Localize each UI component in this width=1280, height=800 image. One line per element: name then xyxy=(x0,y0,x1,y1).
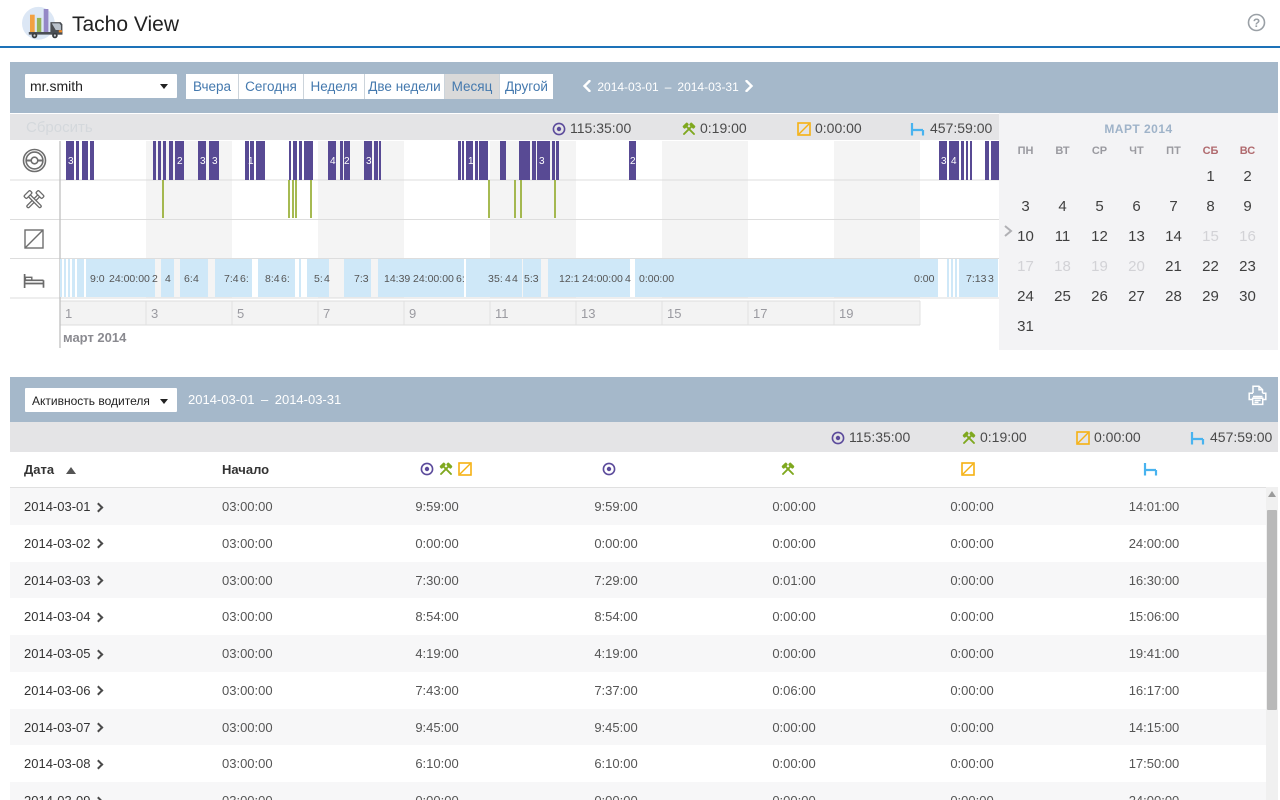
svg-text:3: 3 xyxy=(988,273,994,285)
svg-text:3: 3 xyxy=(366,156,372,167)
svg-text:11: 11 xyxy=(495,306,509,321)
svg-text:7: 7 xyxy=(323,306,330,321)
svg-text:13: 13 xyxy=(581,306,595,321)
svg-text:19: 19 xyxy=(839,306,853,321)
svg-text:24:00:00: 24:00:00 xyxy=(109,273,150,285)
svg-text:1: 1 xyxy=(65,306,72,321)
svg-text:6:: 6: xyxy=(456,273,465,285)
svg-text:6:: 6: xyxy=(240,273,249,285)
svg-text:3: 3 xyxy=(941,156,947,167)
svg-text:4: 4 xyxy=(512,273,518,285)
svg-text:5:: 5: xyxy=(494,273,503,285)
svg-text:9:0: 9:0 xyxy=(90,273,105,285)
svg-text:1: 1 xyxy=(468,156,474,167)
svg-text:7:3: 7:3 xyxy=(354,273,369,285)
svg-text:4: 4 xyxy=(193,273,199,285)
svg-text:12:1: 12:1 xyxy=(559,273,580,285)
svg-text:1: 1 xyxy=(248,156,254,167)
svg-text:6:: 6: xyxy=(281,273,290,285)
svg-text:0:00: 0:00 xyxy=(914,273,935,285)
svg-text:4: 4 xyxy=(951,156,957,167)
svg-text:8:4: 8:4 xyxy=(265,273,280,285)
svg-text:5:3: 5:3 xyxy=(524,273,539,285)
svg-text:4: 4 xyxy=(324,273,330,285)
svg-text:3: 3 xyxy=(200,156,206,167)
svg-text:9: 9 xyxy=(409,306,416,321)
svg-text:2: 2 xyxy=(344,156,350,167)
svg-text:14:39: 14:39 xyxy=(384,273,410,285)
svg-text:5:: 5: xyxy=(314,273,323,285)
svg-text:4: 4 xyxy=(165,273,171,285)
svg-text:4: 4 xyxy=(330,156,336,167)
svg-text:2: 2 xyxy=(177,156,183,167)
svg-text:6:: 6: xyxy=(184,273,193,285)
svg-text:24:00:00: 24:00:00 xyxy=(413,273,454,285)
svg-text:4: 4 xyxy=(625,273,631,285)
svg-text:2: 2 xyxy=(630,156,636,167)
svg-text:3: 3 xyxy=(151,306,158,321)
svg-text:?: ? xyxy=(1253,16,1260,30)
svg-text:4: 4 xyxy=(505,273,511,285)
svg-text:17: 17 xyxy=(753,306,767,321)
svg-text:5: 5 xyxy=(237,306,244,321)
svg-text:март 2014: март 2014 xyxy=(63,330,127,345)
svg-text:7:13: 7:13 xyxy=(966,273,987,285)
svg-text:15: 15 xyxy=(667,306,681,321)
svg-text:2: 2 xyxy=(152,273,158,285)
svg-text:0:00:00: 0:00:00 xyxy=(639,273,674,285)
svg-text:7:4: 7:4 xyxy=(224,273,239,285)
svg-text:24:00:00: 24:00:00 xyxy=(582,273,623,285)
svg-text:3: 3 xyxy=(539,156,545,167)
svg-text:3: 3 xyxy=(212,156,218,167)
svg-text:3: 3 xyxy=(68,156,74,167)
